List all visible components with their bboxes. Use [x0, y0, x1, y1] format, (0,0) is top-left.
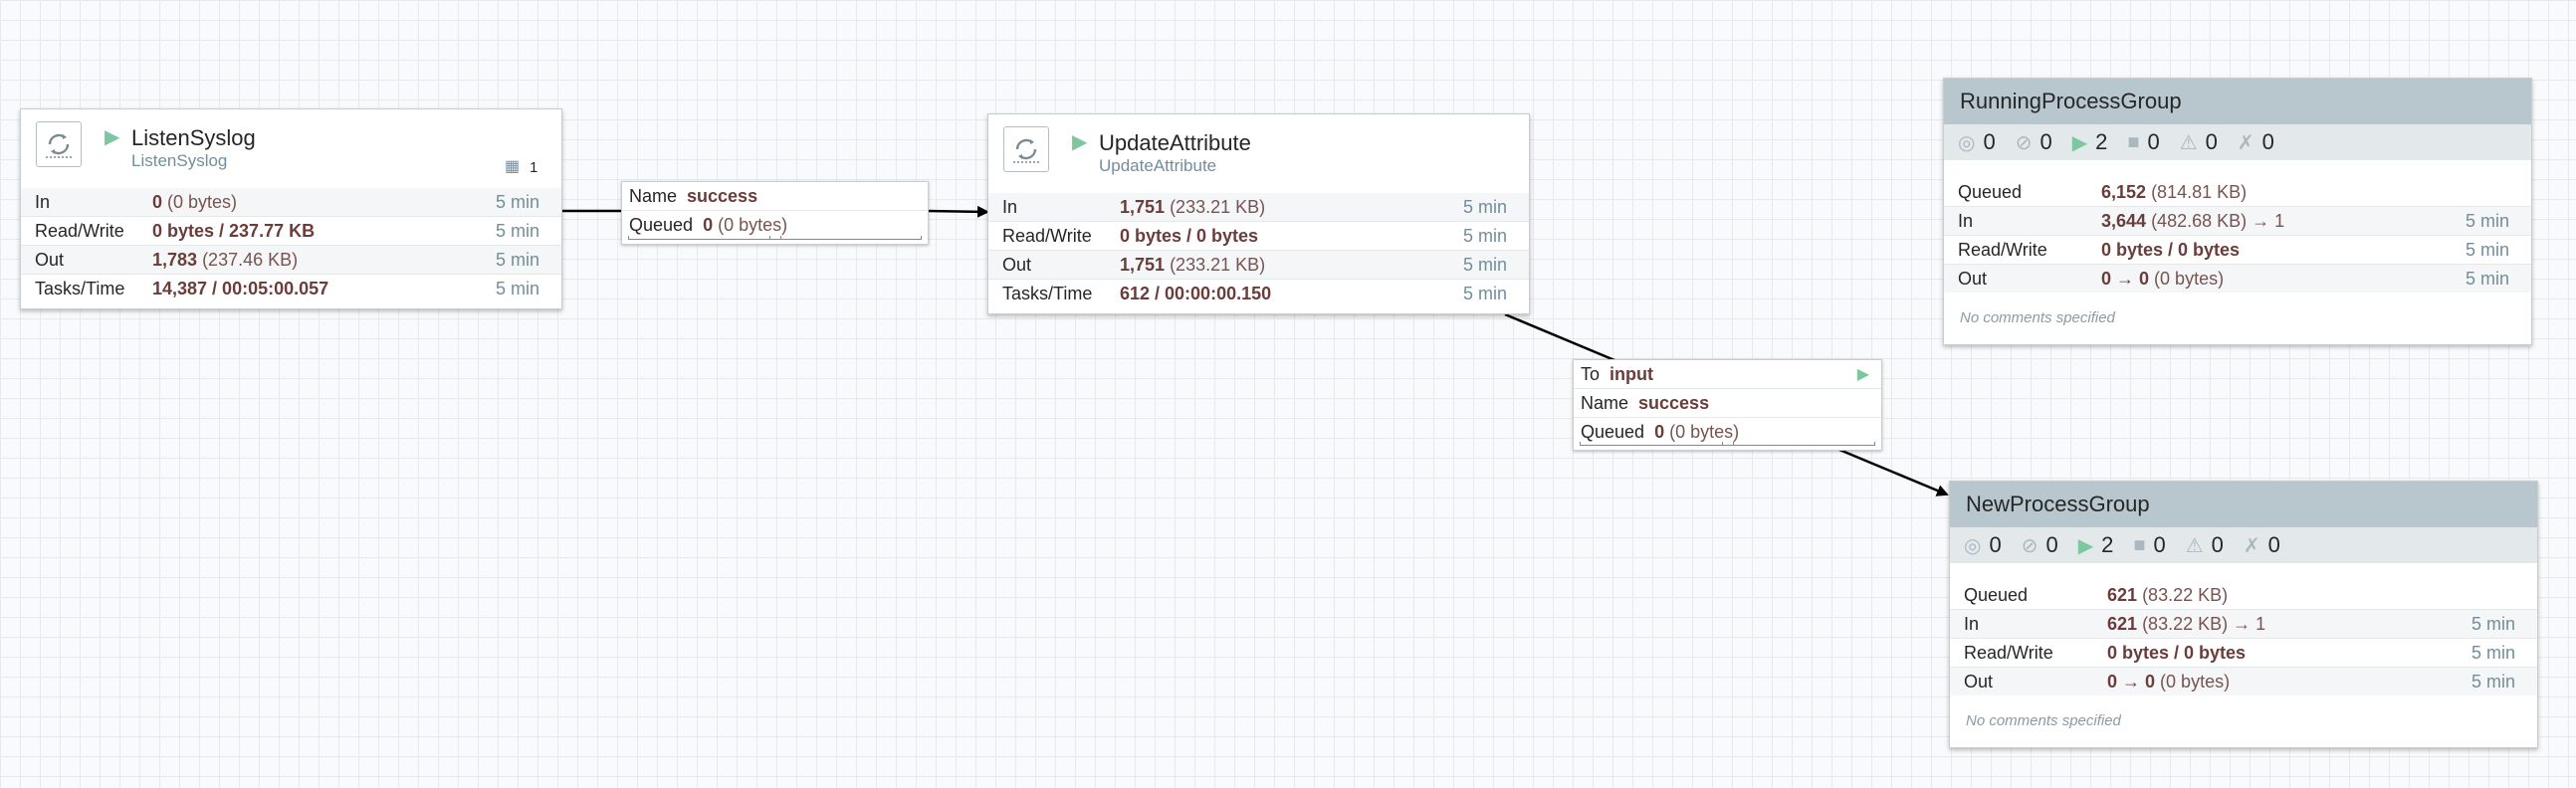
- disabled-icon: ✗: [2243, 534, 2260, 557]
- process-group-running[interactable]: RunningProcessGroup ◎ 0 ⊘ 0 ▶ 2 ■ 0 ⚠ 0 ✗ 0 Qu…: [1943, 78, 2532, 345]
- warning-icon: ⚠: [2179, 131, 2198, 154]
- connection-label-input[interactable]: To input ▶ Name success Queued 0 (0 bytes): [1573, 359, 1882, 451]
- stat-row-in: In 621 (83.22 KB) → 15 min: [1950, 610, 2537, 639]
- warning-icon: ⚠: [2185, 534, 2204, 557]
- stat-row-out: Out 1,751 (233.21 KB) 5 min: [988, 251, 1529, 280]
- not-transmitting-icon: ⊘: [2021, 534, 2039, 557]
- queue-progress-bar: [628, 236, 922, 240]
- connection-line-2a[interactable]: [1504, 312, 1615, 362]
- stat-row-in: In 1,751 (233.21 KB) 5 min: [988, 193, 1529, 222]
- input-port-icon: ▶: [1856, 366, 1869, 383]
- processor-name: ListenSyslog: [131, 125, 256, 150]
- process-group-title: NewProcessGroup: [1950, 482, 2537, 527]
- flow-canvas[interactable]: ▶ ListenSyslog ListenSyslog ▦ 1 In 0 (0 b…: [0, 0, 2576, 788]
- play-icon: ▶: [2077, 534, 2094, 557]
- process-group-stats: ◎ 0 ⊘ 0 ▶ 2 ■ 0 ⚠ 0 ✗ 0: [1950, 527, 2537, 563]
- connection-to-row: To input ▶: [1574, 360, 1881, 389]
- transmitting-icon: ◎: [1964, 534, 1982, 557]
- processor-listensyslog[interactable]: ▶ ListenSyslog ListenSyslog ▦ 1 In 0 (0 b…: [20, 108, 562, 309]
- stat-row-in: In 0 (0 bytes) 5 min: [21, 188, 561, 217]
- stop-icon: ■: [2133, 533, 2146, 556]
- connection-line-2b[interactable]: [1838, 448, 1949, 496]
- stat-row-queued: Queued 621 (83.22 KB): [1950, 581, 2537, 610]
- processor-type: UpdateAttribute: [1099, 156, 1217, 175]
- process-group-title: RunningProcessGroup: [1944, 79, 2531, 124]
- processor-icon: [1003, 126, 1049, 172]
- processor-icon: [36, 121, 82, 167]
- connection-name-row: Name success: [1574, 389, 1881, 418]
- connection-label-success[interactable]: Name success Queued 0 (0 bytes): [621, 181, 929, 245]
- process-group-new[interactable]: NewProcessGroup ◎ 0 ⊘ 0 ▶ 2 ■ 0 ⚠ 0 ✗ 0 Queued…: [1949, 481, 2538, 748]
- disabled-icon: ✗: [2237, 131, 2254, 154]
- concurrent-tasks-icon: ▦: [505, 158, 521, 175]
- processor-name: UpdateAttribute: [1099, 130, 1251, 155]
- queue-progress-bar: [1580, 442, 1875, 446]
- stat-row-out: Out 1,783 (237.46 KB) 5 min: [21, 246, 561, 275]
- stat-row-tasks: Tasks/Time 612 / 00:00:00.150 5 min: [1002, 283, 1507, 303]
- stop-icon: ■: [2127, 130, 2140, 153]
- stat-row-readwrite: Read/Write 0 bytes / 0 bytes 5 min: [1944, 236, 2531, 265]
- connection-line-1b[interactable]: [927, 205, 989, 218]
- not-transmitting-icon: ⊘: [2015, 131, 2033, 154]
- processor-updateattribute[interactable]: ▶ UpdateAttribute UpdateAttribute In 1,75…: [987, 113, 1530, 314]
- stat-row-readwrite: Read/Write 0 bytes / 237.77 KB 5 min: [21, 217, 561, 246]
- stat-row-readwrite: Read/Write 0 bytes / 0 bytes 5 min: [988, 222, 1529, 251]
- concurrent-tasks-badge: 1: [530, 159, 538, 176]
- play-icon: ▶: [105, 126, 120, 148]
- stat-row-readwrite: Read/Write 0 bytes / 0 bytes 5 min: [1950, 639, 2537, 668]
- stat-row-out: Out 0 → 0 (0 bytes) 5 min: [1944, 265, 2531, 293]
- stat-row-tasks: Tasks/Time 14,387 / 00:05:00.057 5 min: [35, 278, 539, 298]
- play-icon: ▶: [2071, 131, 2088, 154]
- process-group-comments: No comments specified: [1966, 712, 2121, 729]
- stat-row-in: In 3,644 (482.68 KB) → 15 min: [1944, 207, 2531, 236]
- connection-name-row: Name success: [622, 182, 928, 211]
- stat-row-queued: Queued 6,152 (814.81 KB): [1944, 178, 2531, 207]
- process-group-stats: ◎ 0 ⊘ 0 ▶ 2 ■ 0 ⚠ 0 ✗ 0: [1944, 124, 2531, 160]
- stat-row-out: Out 0 → 0 (0 bytes) 5 min: [1950, 668, 2537, 695]
- processor-type: ListenSyslog: [131, 151, 228, 170]
- play-icon: ▶: [1072, 131, 1088, 153]
- transmitting-icon: ◎: [1958, 131, 1976, 154]
- process-group-comments: No comments specified: [1960, 309, 2115, 326]
- connection-queued-row: Queued 0 (0 bytes): [629, 214, 788, 235]
